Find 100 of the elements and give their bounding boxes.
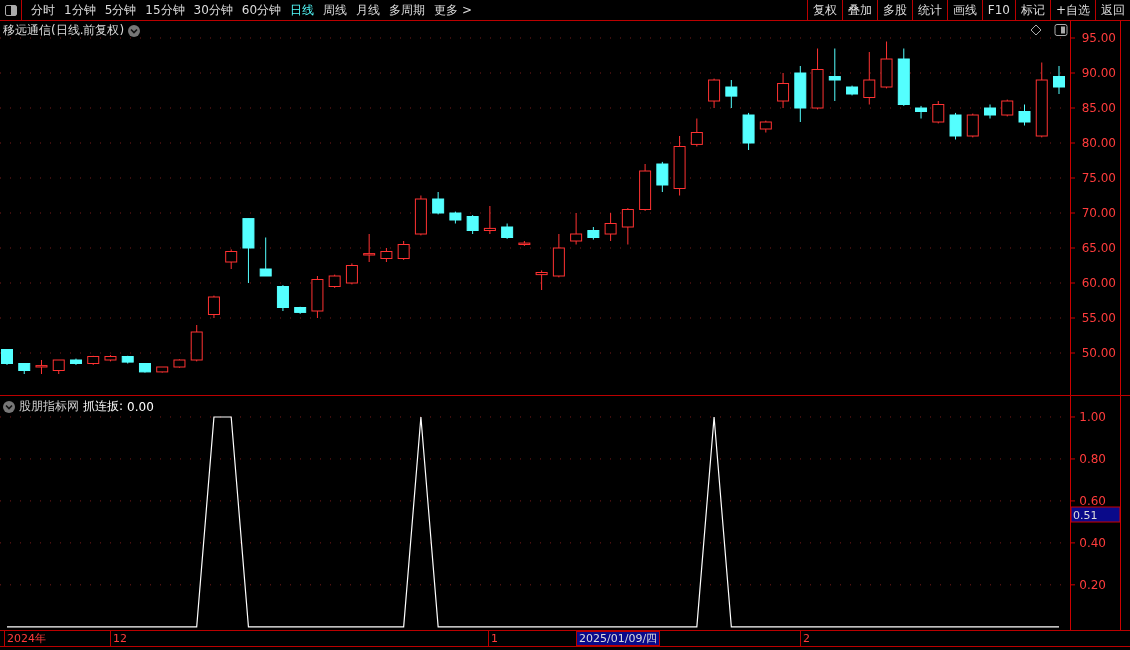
candlestick [207,295,220,319]
period-tab[interactable]: 15分钟 [145,1,185,19]
candlestick [570,212,583,245]
period-tab[interactable]: 月线 [356,1,381,19]
indicator-reading: 0.00 [127,399,154,414]
period-tab[interactable]: 日线 [290,1,315,19]
period-tab[interactable]: 分时 [31,1,55,19]
candlestick [966,113,979,138]
cursor-value-label: 0.51 [1070,506,1121,523]
candlestick [725,79,738,109]
candlestick [1,349,13,366]
candlestick [294,306,307,315]
candlestick [639,163,652,212]
candlestick [708,78,721,109]
candlestick [35,359,48,375]
candlestick [18,363,31,375]
candlestick [345,262,358,285]
candlestick [897,48,910,107]
diamond-icon[interactable] [1030,24,1042,36]
candlestick [759,120,772,133]
indicator-axis-label: 0.60 [1079,493,1106,508]
period-tab[interactable]: 1分钟 [64,1,96,19]
price-axis-label: 50.00 [1081,346,1116,360]
period-tab[interactable]: 30分钟 [193,1,233,19]
candlestick [673,135,686,196]
price-axis-label: 60.00 [1081,276,1116,290]
price-axis-label: 90.00 [1081,66,1116,80]
price-axis-label: 95.00 [1081,31,1116,45]
period-tab[interactable]: 多周期 [389,1,426,19]
price-axis-label: 70.00 [1081,206,1116,220]
candlestick [70,358,82,366]
candlestick [1001,99,1014,117]
candlestick [259,237,272,277]
indicator-name: 抓连扳: [83,398,124,415]
candlestick [984,104,996,119]
candlestick [414,195,427,236]
candlestick [242,218,255,284]
date-axis-label: 2024年 [4,631,48,646]
candlestick [1053,65,1065,95]
candlestick [156,366,169,374]
candlestick [604,212,617,242]
candlestick [552,233,565,278]
candlestick [363,233,376,263]
candlestick [449,211,462,224]
candlestick [328,274,341,289]
price-axis-label: 55.00 [1081,311,1116,325]
candlestick [173,358,186,369]
period-tab[interactable]: 周线 [323,1,348,19]
dropdown-icon[interactable] [128,24,141,37]
period-tab[interactable]: 5分钟 [104,1,137,19]
indicator-axis-label: 0.40 [1079,535,1106,550]
candlestick [190,324,203,362]
price-axis-label: 85.00 [1081,101,1116,115]
dropdown-icon[interactable] [3,400,15,413]
candlestick [811,48,824,110]
candlestick [863,51,876,105]
candlestick [432,191,445,215]
candlestick [380,247,393,263]
candlestick [501,223,514,240]
candlestick [87,355,100,366]
candlestick [932,100,945,124]
period-tab[interactable]: 更多 > [434,1,472,19]
price-axis-label: 75.00 [1081,171,1116,185]
candlestick [880,41,893,89]
indicator-axis-label: 0.20 [1079,577,1106,592]
candlestick [52,359,65,375]
date-axis-label: 2 [800,631,812,646]
indicator-axis-label: 1.00 [1079,410,1106,424]
candlestick [121,355,134,364]
price-axis-label: 65.00 [1081,241,1116,255]
price-axis-label: 80.00 [1081,136,1116,150]
candlestick [621,207,634,245]
indicator-axis-label: 0.80 [1079,451,1106,466]
candlestick [915,105,928,119]
candlestick [535,269,548,291]
candlestick [828,48,841,102]
candlestick [794,65,807,123]
candlestick [397,240,410,261]
candlestick [690,118,703,147]
candlestick [742,112,755,151]
date-axis-label: 1 [488,631,500,646]
date-axis-label: 2025/01/09/四 [576,631,661,646]
panel-toggle-icon[interactable] [1054,24,1068,36]
candlestick [466,214,479,235]
candlestick [225,248,238,270]
candlestick [656,161,669,193]
candlestick [846,85,859,96]
candlestick [1018,104,1031,126]
candlestick [311,275,324,319]
indicator-source: 股朋指标网 [19,398,79,415]
candlestick [949,112,962,140]
candlestick [104,354,117,362]
candlestick [587,226,600,241]
candlestick [138,363,151,374]
candlestick [483,205,496,235]
period-tab[interactable]: 60分钟 [241,1,282,19]
candlestick [777,72,790,109]
date-axis-label: 12 [110,631,129,646]
candlestick [276,284,289,312]
chart-title: 移远通信(日线.前复权) [3,22,125,39]
